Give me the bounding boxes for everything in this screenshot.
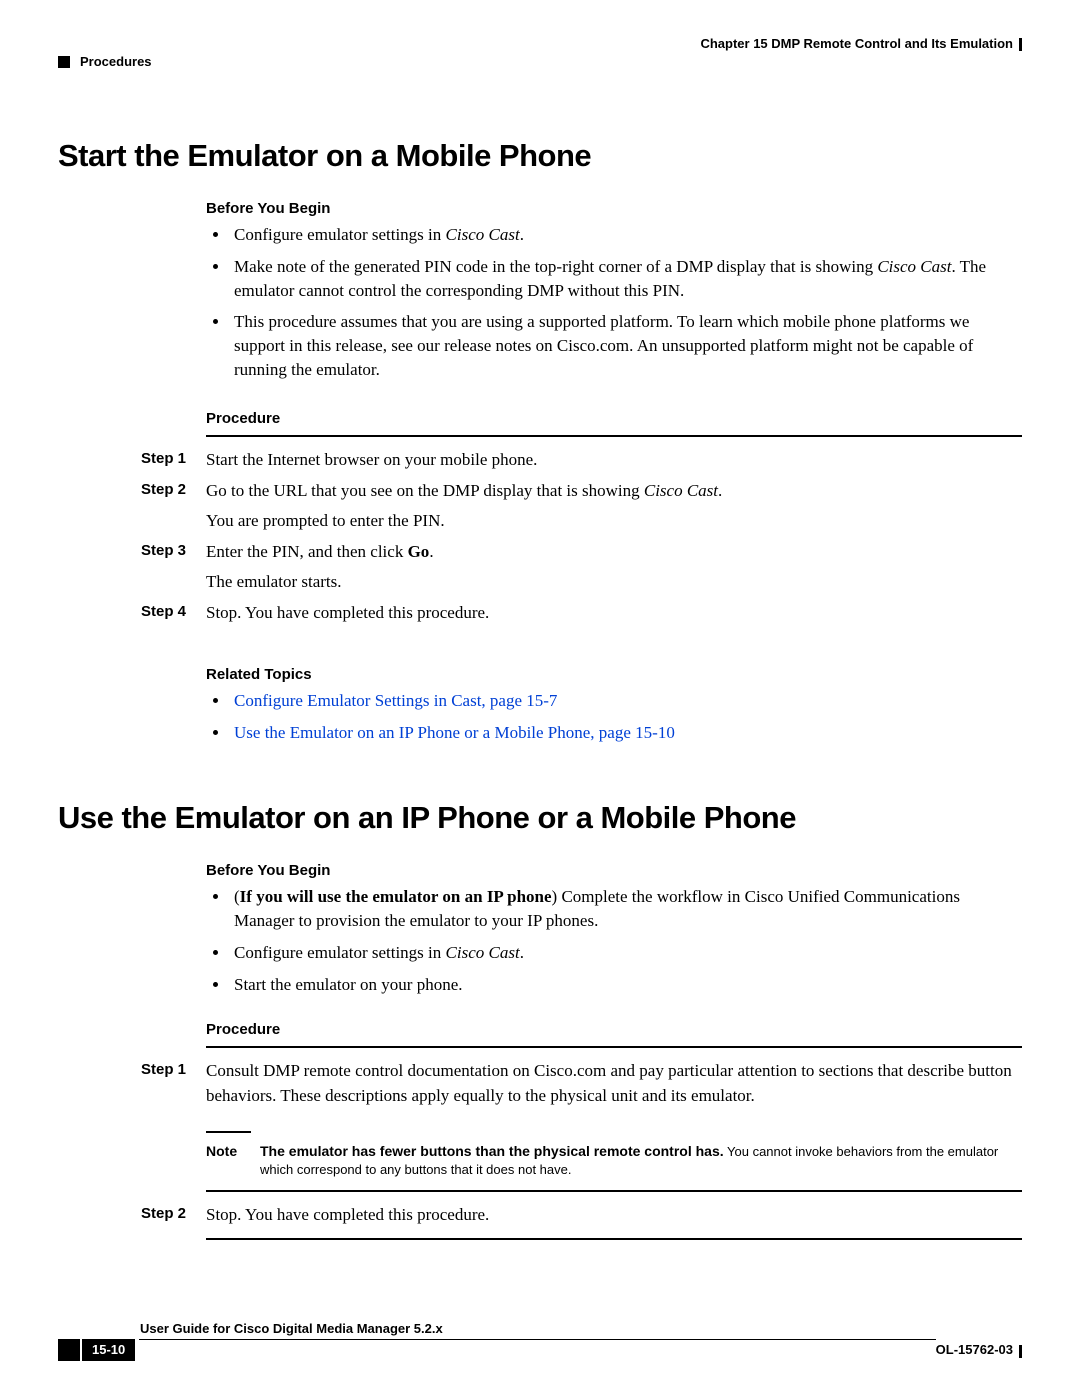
bullet-item: Start the emulator on your phone. [230, 973, 1022, 997]
text: . [520, 225, 524, 244]
before-you-begin-label: Before You Begin [206, 862, 1022, 879]
step-row: Step 1 Consult DMP remote control docume… [141, 1058, 1022, 1109]
step-text: Enter the PIN, and then click Go. The em… [206, 539, 1022, 594]
footer-book-title: User Guide for Cisco Digital Media Manag… [140, 1321, 1022, 1336]
step-label: Step 1 [141, 1058, 206, 1109]
before-you-begin-label: Before You Begin [206, 200, 1022, 217]
step-label: Step 3 [141, 539, 206, 594]
step-label: Step 4 [141, 600, 206, 626]
bullet-item: Configure emulator settings in Cisco Cas… [230, 941, 1022, 965]
text: . [520, 943, 524, 962]
text: OL-15762-03 [936, 1342, 1013, 1357]
section1-steps: Step 1 Start the Internet browser on you… [141, 447, 1022, 626]
chapter-text: Chapter 15 DMP Remote Control and Its Em… [700, 36, 1013, 51]
before-bullets: Configure emulator settings in Cisco Cas… [206, 223, 1022, 382]
page-number: 15-10 [82, 1339, 135, 1361]
related-link[interactable]: Configure Emulator Settings in Cast, pag… [234, 691, 557, 710]
page-header: Chapter 15 DMP Remote Control and Its Em… [58, 36, 1022, 66]
note-top-rule [206, 1131, 251, 1133]
step-text: Stop. You have completed this procedure. [206, 1202, 1022, 1228]
text: You are prompted to enter the PIN. [206, 508, 1022, 534]
footer-line [139, 1339, 935, 1361]
step-row: Step 3 Enter the PIN, and then click Go.… [141, 539, 1022, 594]
content: Start the Emulator on a Mobile Phone Bef… [58, 138, 1022, 1240]
text: . [718, 481, 722, 500]
text: The emulator starts. [206, 569, 1022, 595]
bold-text: The emulator has fewer buttons than the … [260, 1143, 724, 1159]
list-item: Configure Emulator Settings in Cast, pag… [230, 689, 1022, 713]
italic-text: Cisco Cast [644, 481, 718, 500]
step-text: Start the Internet browser on your mobil… [206, 447, 1022, 473]
note-text: The emulator has fewer buttons than the … [260, 1141, 1022, 1181]
bullet-item: (If you will use the emulator on an IP p… [230, 885, 1022, 933]
note-label: Note [206, 1141, 260, 1181]
section2-title: Use the Emulator on an IP Phone or a Mob… [58, 800, 1022, 836]
step-label: Step 1 [141, 447, 206, 473]
related-topics: Related Topics Configure Emulator Settin… [206, 666, 1022, 745]
doc-number: OL-15762-03 [936, 1342, 1022, 1357]
related-link[interactable]: Use the Emulator on an IP Phone or a Mob… [234, 723, 675, 742]
horizontal-rule [206, 1238, 1022, 1240]
horizontal-rule [206, 1046, 1022, 1048]
italic-text: Cisco Cast [877, 257, 951, 276]
section2: Use the Emulator on an IP Phone or a Mob… [58, 800, 1022, 1239]
bullet-item: This procedure assumes that you are usin… [230, 310, 1022, 381]
section2-steps-cont: Step 2 Stop. You have completed this pro… [141, 1202, 1022, 1228]
italic-text: Cisco Cast [446, 943, 520, 962]
text: Configure emulator settings in [234, 225, 446, 244]
step-text: Stop. You have completed this procedure. [206, 600, 1022, 626]
bold-text: Go [408, 542, 430, 561]
horizontal-rule [206, 435, 1022, 437]
list-item: Use the Emulator on an IP Phone or a Mob… [230, 721, 1022, 745]
section2-before: Before You Begin (If you will use the em… [206, 862, 1022, 1037]
text: . [429, 542, 433, 561]
section2-steps: Step 1 Consult DMP remote control docume… [141, 1058, 1022, 1109]
text: Go to the URL that you see on the DMP di… [206, 481, 644, 500]
step-row: Step 1 Start the Internet browser on you… [141, 447, 1022, 473]
header-rule-icon [1019, 38, 1022, 51]
square-icon [58, 1339, 80, 1361]
breadcrumb-text: Procedures [80, 54, 152, 69]
bold-text: If you will use the emulator on an IP ph… [240, 887, 552, 906]
text: Enter the PIN, and then click [206, 542, 408, 561]
bullet-item: Configure emulator settings in Cisco Cas… [230, 223, 1022, 247]
text: Configure emulator settings in [234, 943, 446, 962]
italic-text: Cisco Cast [446, 225, 520, 244]
procedure-label: Procedure [206, 1021, 1022, 1038]
horizontal-rule [206, 1190, 1022, 1192]
step-label: Step 2 [141, 1202, 206, 1228]
step-row: Step 2 Go to the URL that you see on the… [141, 478, 1022, 533]
step-text: Go to the URL that you see on the DMP di… [206, 478, 1022, 533]
breadcrumb: Procedures [58, 54, 152, 69]
procedure-label: Procedure [206, 410, 1022, 427]
text: Make note of the generated PIN code in t… [234, 257, 877, 276]
related-topics-label: Related Topics [206, 666, 1022, 683]
step-label: Step 2 [141, 478, 206, 533]
page: Chapter 15 DMP Remote Control and Its Em… [0, 0, 1080, 1397]
bullet-item: Make note of the generated PIN code in t… [230, 255, 1022, 303]
step-row: Step 2 Stop. You have completed this pro… [141, 1202, 1022, 1228]
section1-before: Before You Begin Configure emulator sett… [206, 200, 1022, 427]
page-footer: User Guide for Cisco Digital Media Manag… [58, 1321, 1022, 1361]
section1-title: Start the Emulator on a Mobile Phone [58, 138, 1022, 174]
before-bullets: (If you will use the emulator on an IP p… [206, 885, 1022, 996]
related-links: Configure Emulator Settings in Cast, pag… [206, 689, 1022, 745]
footer-rule-icon [1019, 1345, 1022, 1358]
step-row: Step 4 Stop. You have completed this pro… [141, 600, 1022, 626]
note-row: Note The emulator has fewer buttons than… [206, 1141, 1022, 1181]
line-icon [139, 1339, 935, 1340]
note-block: Note The emulator has fewer buttons than… [206, 1131, 1022, 1181]
chapter-label: Chapter 15 DMP Remote Control and Its Em… [58, 36, 1022, 51]
footer-bar: 15-10 OL-15762-03 [58, 1339, 1022, 1361]
step-text: Consult DMP remote control documentation… [206, 1058, 1022, 1109]
square-icon [58, 56, 70, 68]
